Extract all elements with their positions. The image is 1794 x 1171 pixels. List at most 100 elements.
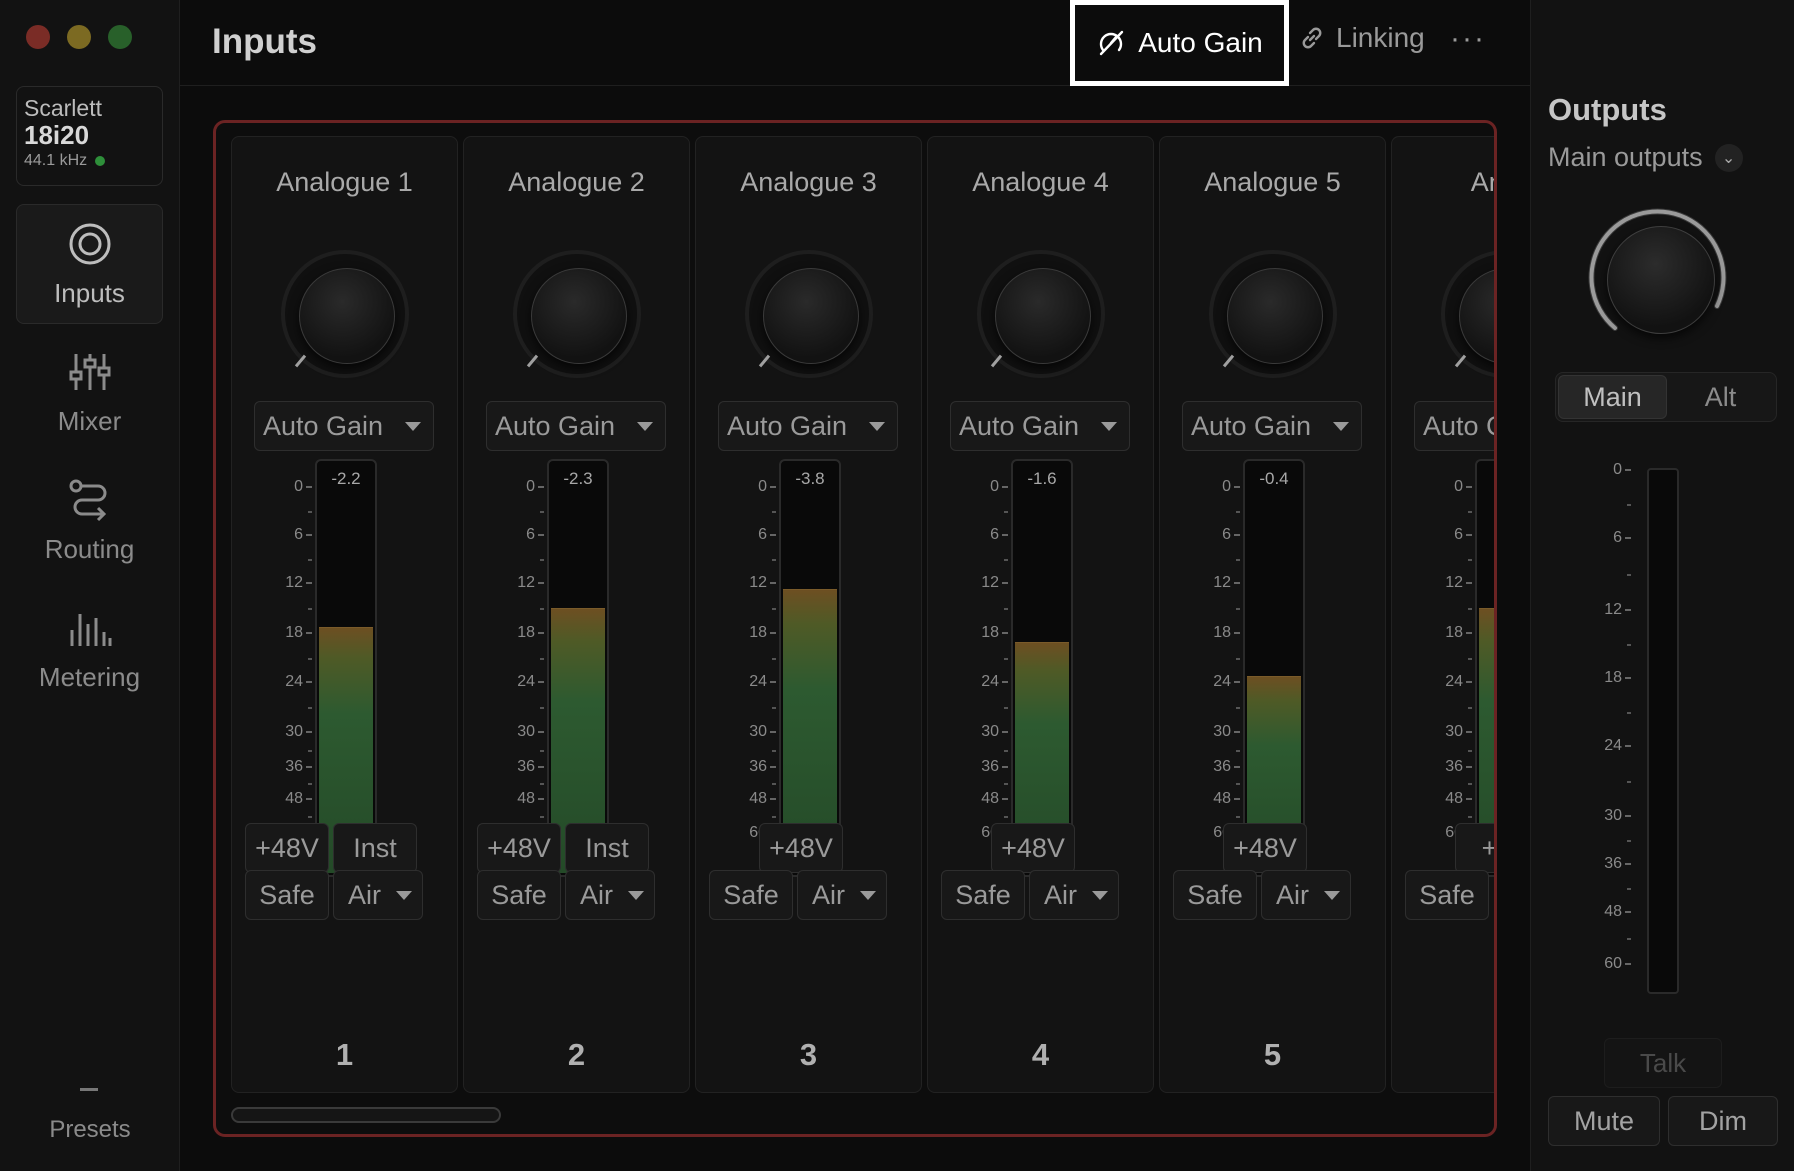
- minimize-window-button[interactable]: [67, 25, 91, 49]
- outputs-selector[interactable]: Main outputs ⌄: [1548, 142, 1743, 173]
- meter-minor-tick: [308, 608, 312, 610]
- output-meter-scale: 0 6 12 18 24 30 36 48 60: [1571, 461, 1631, 973]
- sidebar-item-mixer[interactable]: Mixer: [16, 332, 163, 452]
- channel-strip: Analogue 1Auto Gain0612182430364860-2.2+…: [231, 136, 458, 1093]
- close-window-button[interactable]: [26, 25, 50, 49]
- gain-knob[interactable]: [513, 250, 641, 378]
- air-dropdown[interactable]: Air: [565, 870, 655, 920]
- gain-mode-dropdown[interactable]: Auto Gain: [950, 401, 1130, 451]
- gain-knob[interactable]: [1209, 250, 1337, 378]
- phantom-48v-button[interactable]: +48V: [1223, 823, 1307, 873]
- phantom-48v-button[interactable]: +4: [1455, 823, 1494, 873]
- gain-knob-indicator-icon: [1454, 354, 1467, 368]
- gain-knob-indicator-icon: [758, 354, 771, 368]
- meter-minor-tick: [308, 816, 312, 818]
- meter-scale-label: 48: [981, 790, 1008, 808]
- sidebar-item-routing[interactable]: Routing: [16, 460, 163, 580]
- meter-minor-tick: [540, 707, 544, 709]
- gain-knob[interactable]: [1441, 250, 1494, 378]
- auto-gain-icon: [1100, 30, 1124, 56]
- channel-number: 4: [1031, 1037, 1050, 1072]
- meter-minor-tick: [1004, 749, 1008, 752]
- more-options-icon[interactable]: ···: [1450, 22, 1486, 56]
- sidebar-item-inputs[interactable]: Inputs: [16, 204, 163, 324]
- gain-mode-dropdown[interactable]: Auto Gain: [486, 401, 666, 451]
- meter-minor-tick: [772, 657, 776, 660]
- meter-minor-tick: [1004, 783, 1008, 785]
- sidebar-item-metering[interactable]: Metering: [16, 588, 163, 708]
- zoom-window-button[interactable]: [108, 25, 132, 49]
- meter-scale-label: 36: [1445, 758, 1472, 776]
- air-dropdown[interactable]: Air: [1029, 870, 1119, 920]
- auto-gain-button[interactable]: Auto Gain: [1070, 0, 1289, 86]
- talk-button[interactable]: Talk: [1604, 1038, 1722, 1088]
- window-controls: [26, 25, 132, 49]
- meter-minor-tick: [308, 657, 312, 660]
- segment-main[interactable]: Main: [1558, 375, 1667, 419]
- phantom-48v-button[interactable]: +48V: [477, 823, 561, 873]
- caret-down-icon: [396, 891, 412, 900]
- safe-button[interactable]: Safe: [477, 870, 561, 920]
- linking-button[interactable]: Linking: [1298, 22, 1425, 54]
- horizontal-scrollbar[interactable]: [231, 1107, 501, 1123]
- gain-mode-dropdown[interactable]: Auto Gain: [254, 401, 434, 451]
- meter-scale-label: 48: [1213, 790, 1240, 808]
- presets-button[interactable]: Presets: [0, 1116, 180, 1144]
- meter-minor-tick: [1004, 511, 1008, 513]
- gain-knob[interactable]: [281, 250, 409, 378]
- safe-button[interactable]: Safe: [1173, 870, 1257, 920]
- meter-scale-label: 12: [749, 574, 776, 592]
- air-dropdown[interactable]: Air: [1261, 870, 1351, 920]
- phantom-48v-button[interactable]: +48V: [245, 823, 329, 873]
- output-scale-label: 12: [1604, 601, 1631, 619]
- gain-mode-dropdown[interactable]: Auto C: [1414, 401, 1494, 451]
- meter-minor-tick: [1468, 707, 1472, 709]
- meter-scale: 0612182430364860: [726, 478, 776, 867]
- dim-button[interactable]: Dim: [1668, 1096, 1778, 1146]
- meter-scale-label: 24: [981, 673, 1008, 691]
- output-scale-minor-tick: [1627, 712, 1631, 714]
- channel-strip: Analogue 3Auto Gain0612182430364860-3.8+…: [695, 136, 922, 1093]
- level-meter: -1.6: [1011, 459, 1073, 877]
- meter-minor-tick: [540, 657, 544, 660]
- safe-button[interactable]: Safe: [709, 870, 793, 920]
- segment-alt[interactable]: Alt: [1667, 375, 1774, 419]
- inst-button[interactable]: Inst: [565, 823, 649, 873]
- air-dropdown[interactable]: Air: [797, 870, 887, 920]
- meter-minor-tick: [308, 559, 312, 561]
- meter-scale-label: 30: [285, 723, 312, 741]
- safe-button[interactable]: Safe: [941, 870, 1025, 920]
- meter-scale-label: 0: [526, 478, 544, 496]
- meter-scale-label: 18: [749, 624, 776, 642]
- meter-minor-tick: [540, 511, 544, 513]
- auto-gain-label: Auto Gain: [1138, 27, 1263, 58]
- gain-mode-dropdown[interactable]: Auto Gain: [718, 401, 898, 451]
- meter-scale-label: 36: [285, 758, 312, 776]
- device-card[interactable]: Scarlett 18i20 44.1 kHz: [16, 86, 163, 186]
- meter-scale-label: 24: [517, 673, 544, 691]
- output-meter: [1647, 468, 1679, 994]
- inst-button[interactable]: Inst: [333, 823, 417, 873]
- phantom-48v-button[interactable]: +48V: [759, 823, 843, 873]
- gain-knob[interactable]: [745, 250, 873, 378]
- meter-minor-tick: [308, 749, 312, 752]
- air-dropdown[interactable]: Air: [333, 870, 423, 920]
- output-volume-knob[interactable]: [1587, 206, 1737, 356]
- status-dot-icon: [95, 156, 106, 166]
- meter-scale-label: 6: [1222, 526, 1240, 544]
- safe-button[interactable]: Safe: [245, 870, 329, 920]
- air-label: Air: [1044, 879, 1077, 910]
- device-brand: Scarlett: [24, 95, 102, 121]
- gain-knob[interactable]: [977, 250, 1105, 378]
- meter-scale-label: 12: [517, 574, 544, 592]
- output-scale-label: 60: [1604, 955, 1631, 973]
- gain-knob-indicator-icon: [1222, 354, 1235, 368]
- mixer-icon: [69, 353, 110, 390]
- phantom-48v-button[interactable]: +48V: [991, 823, 1075, 873]
- meter-scale-label: 18: [981, 624, 1008, 642]
- gain-mode-dropdown[interactable]: Auto Gain: [1182, 401, 1362, 451]
- meter-scale-label: 48: [749, 790, 776, 808]
- mute-button[interactable]: Mute: [1548, 1096, 1660, 1146]
- meter-minor-tick: [1236, 511, 1240, 513]
- safe-button[interactable]: Safe: [1405, 870, 1489, 920]
